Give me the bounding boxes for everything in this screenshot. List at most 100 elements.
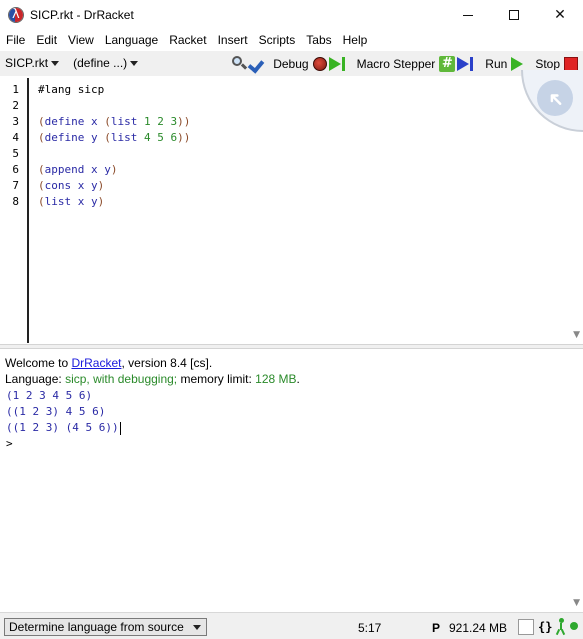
defines-dropdown[interactable]: (define ...) — [73, 56, 139, 70]
defines-dropdown-label: (define ...) — [73, 56, 128, 70]
welcome-prefix: Welcome to — [5, 356, 72, 370]
code-token: ) — [97, 179, 105, 192]
minimize-icon — [463, 14, 473, 16]
minimize-button[interactable] — [445, 0, 491, 30]
code-token: ) — [110, 163, 118, 176]
code-token: list — [44, 195, 72, 208]
file-dropdown[interactable]: SICP.rkt — [5, 56, 60, 70]
menu-file[interactable]: File — [0, 33, 30, 47]
stop-button[interactable]: Stop — [535, 57, 578, 71]
window-controls: ✕ — [445, 0, 583, 30]
macro-stepper-button[interactable]: Macro Stepper # — [357, 56, 474, 72]
code-token: ( — [38, 163, 45, 176]
menu-language[interactable]: Language — [99, 33, 163, 47]
pane-splitter[interactable] — [0, 344, 583, 349]
debug-label: Debug — [273, 57, 309, 71]
line-number-gutter: 1 2 3 4 5 6 7 8 — [0, 78, 29, 343]
code-token: y — [91, 195, 98, 208]
output-line: ((1 2 3) 4 5 6) — [6, 405, 106, 418]
file-dropdown-label: SICP.rkt — [5, 56, 49, 70]
language-prefix: Language: — [5, 372, 66, 386]
menu-insert[interactable]: Insert — [212, 33, 253, 47]
drracket-link[interactable]: DrRacket — [71, 356, 121, 370]
scroll-down-icon[interactable]: ▼ — [573, 330, 580, 340]
maximize-button[interactable] — [491, 0, 537, 30]
code-token: #lang sicp — [38, 83, 105, 96]
memory-p-label: P — [432, 621, 441, 635]
status-bar: Determine language from source 5:17 P 92… — [0, 612, 583, 639]
welcome-line: Welcome to DrRacket, version 8.4 [cs]. — [5, 356, 212, 370]
chevron-down-icon — [130, 61, 139, 67]
language-select[interactable]: Determine language from source — [4, 618, 207, 636]
menu-bar: File Edit View Language Racket Insert Sc… — [0, 30, 583, 50]
line-number: 1 — [12, 83, 19, 96]
language-value: sicp, with debugging; — [65, 372, 178, 386]
chevron-down-icon — [51, 61, 60, 67]
code-token: y — [91, 179, 98, 192]
menu-scripts[interactable]: Scripts — [253, 33, 301, 47]
stop-label: Stop — [535, 57, 560, 71]
code-token: list — [110, 131, 138, 144]
run-label: Run — [485, 57, 508, 71]
menu-view[interactable]: View — [62, 33, 99, 47]
line-number: 2 — [12, 99, 19, 112]
code-token: ) — [97, 195, 105, 208]
collapse-corner-button[interactable]: ➜ — [521, 70, 583, 132]
scroll-down-icon[interactable]: ▼ — [573, 598, 580, 608]
close-button[interactable]: ✕ — [537, 0, 583, 30]
code-line: (append x y) — [38, 163, 118, 176]
gc-indicator-icon — [570, 622, 578, 630]
memory-usage[interactable]: 921.24 MB — [449, 621, 507, 635]
language-select-label: Determine language from source — [9, 620, 184, 634]
running-person-icon — [555, 618, 566, 636]
code-token: 5 — [157, 131, 164, 144]
code-line: (cons x y) — [38, 179, 104, 192]
code-token: x — [91, 115, 98, 128]
code-token: 1 — [144, 115, 151, 128]
code-line: #lang sicp — [38, 83, 104, 96]
definitions-editor[interactable]: 1 2 3 4 5 6 7 8 #lang sicp (define x (li… — [0, 70, 583, 343]
code-line: (define y (list 4 5 6)) — [38, 131, 190, 144]
checkmark-icon — [249, 57, 265, 71]
code-token: ( — [38, 115, 45, 128]
step-forward-icon — [457, 57, 474, 71]
run-button[interactable]: Run — [485, 57, 524, 71]
line-number: 3 — [12, 115, 19, 128]
maximize-icon — [509, 10, 519, 20]
menu-help[interactable]: Help — [337, 33, 373, 47]
code-token: y — [91, 131, 98, 144]
status-box — [518, 619, 534, 635]
interactions-pane[interactable]: Welcome to DrRacket, version 8.4 [cs]. L… — [0, 350, 583, 612]
menu-tabs[interactable]: Tabs — [300, 33, 336, 47]
menu-racket[interactable]: Racket — [163, 33, 211, 47]
line-number: 6 — [12, 163, 19, 176]
toolbar: SICP.rkt (define ...) Debug Macro Steppe… — [0, 51, 583, 76]
code-token: ) — [177, 115, 184, 128]
hash-icon: # — [439, 56, 456, 72]
code-line: (define x (list 1 2 3)) — [38, 115, 190, 128]
menu-edit[interactable]: Edit — [30, 33, 62, 47]
code-token: cons — [44, 179, 72, 192]
debug-button[interactable]: Debug — [273, 57, 345, 71]
code-token: ( — [38, 195, 45, 208]
code-token: define — [44, 115, 85, 128]
macro-stepper-label: Macro Stepper — [356, 57, 436, 71]
output-line-last: ((1 2 3) (4 5 6)) — [6, 421, 121, 435]
memory-prefix: memory limit: — [177, 372, 256, 386]
code-token: x — [91, 163, 98, 176]
line-number: 8 — [12, 195, 19, 208]
line-number: 5 — [12, 147, 19, 160]
line-number: 7 — [12, 179, 19, 192]
check-syntax-button[interactable] — [231, 55, 265, 73]
language-line: Language: sicp, with debugging; memory l… — [5, 372, 300, 386]
output-text: ((1 2 3) (4 5 6)) — [6, 421, 119, 434]
